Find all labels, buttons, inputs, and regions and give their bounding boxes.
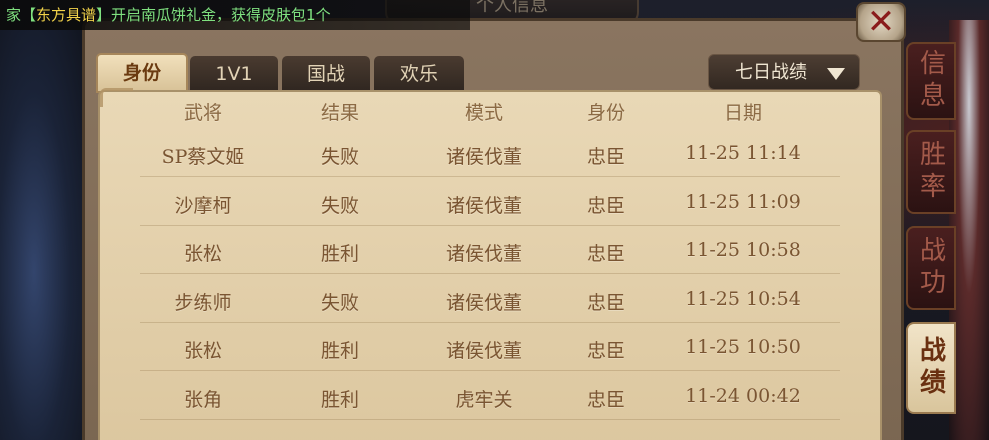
close-x-icon: ✕ [866, 2, 896, 42]
cell-role: 忠臣 [586, 291, 626, 314]
cell-general: 沙摩柯 [174, 194, 232, 217]
cell-role: 忠臣 [586, 146, 626, 168]
cell-general: 张松 [183, 340, 223, 363]
announcement-ticker: 家【东方具谱】开启南瓜饼礼金，获得皮肤包1个 [0, 0, 470, 30]
cell-mode: 诸侯伐董 [445, 291, 523, 314]
cell-role: 忠臣 [586, 194, 626, 217]
cell-mode: 诸侯伐董 [445, 146, 523, 168]
period-dropdown[interactable]: 七日战绩 [708, 54, 860, 90]
cell-mode: 诸侯伐董 [445, 340, 523, 363]
cell-general: 张松 [183, 243, 223, 266]
header-role: 身份 [586, 102, 626, 124]
corner-ornament [100, 88, 133, 107]
side-tab-record[interactable]: 战绩 [906, 322, 956, 414]
cell-role: 忠臣 [586, 340, 626, 363]
cell-role: 忠臣 [586, 243, 626, 266]
cell-date: 11-25 10:54 [685, 287, 801, 310]
cell-date: 11-24 00:42 [685, 385, 801, 407]
cell-result: 失败 [320, 146, 360, 168]
cell-result: 胜利 [320, 243, 360, 266]
row-divider [140, 321, 840, 323]
side-tab-info[interactable]: 信息 [906, 42, 956, 120]
side-tab-merit[interactable]: 战功 [906, 226, 956, 310]
game-screen: 个人信息 家【东方具谱】开启南瓜饼礼金，获得皮肤包1个 ✕ 身份 1V1 国战 … [0, 0, 989, 440]
row-divider [140, 419, 840, 420]
ticker-prefix: 家【 [6, 6, 37, 24]
header-date: 日期 [723, 102, 763, 124]
ticker-highlight: 东方具谱 [36, 6, 97, 24]
cell-general: SP蔡文姬 [161, 146, 245, 168]
header-mode: 模式 [464, 102, 504, 124]
dropdown-selected: 七日战绩 [735, 62, 807, 83]
cell-role: 忠臣 [586, 389, 626, 411]
close-button[interactable]: ✕ [856, 2, 906, 42]
cell-result: 胜利 [320, 340, 360, 363]
tab-1v1[interactable]: 1V1 [190, 56, 278, 92]
cell-mode: 诸侯伐董 [445, 243, 523, 266]
cell-date: 11-25 11:09 [685, 190, 801, 213]
row-divider [140, 224, 840, 226]
header-general: 武将 [183, 102, 223, 124]
cell-date: 11-25 10:50 [685, 336, 801, 359]
cell-result: 胜利 [320, 389, 360, 411]
row-divider [140, 176, 840, 177]
side-tab-winrate[interactable]: 胜率 [906, 130, 956, 214]
tab-national-war[interactable]: 国战 [282, 56, 370, 92]
cell-result: 失败 [320, 291, 360, 314]
row-divider [140, 273, 840, 275]
cell-mode: 虎牢关 [455, 389, 513, 411]
tab-fun[interactable]: 欢乐 [374, 56, 464, 92]
background-art-left [0, 20, 85, 440]
cell-general: 步练师 [174, 291, 232, 314]
triangle-down-icon [827, 68, 845, 80]
ticker-suffix: 】开启南瓜饼礼金，获得皮肤包1个 [96, 6, 331, 24]
cell-mode: 诸侯伐董 [445, 194, 523, 217]
cell-date: 11-25 10:58 [685, 239, 801, 262]
header-result: 结果 [320, 102, 360, 124]
tab-identity[interactable]: 身份 [96, 53, 188, 93]
cell-general: 张角 [183, 389, 223, 411]
cell-result: 失败 [320, 194, 360, 217]
cell-date: 11-25 11:14 [685, 142, 801, 164]
row-divider [140, 370, 840, 372]
